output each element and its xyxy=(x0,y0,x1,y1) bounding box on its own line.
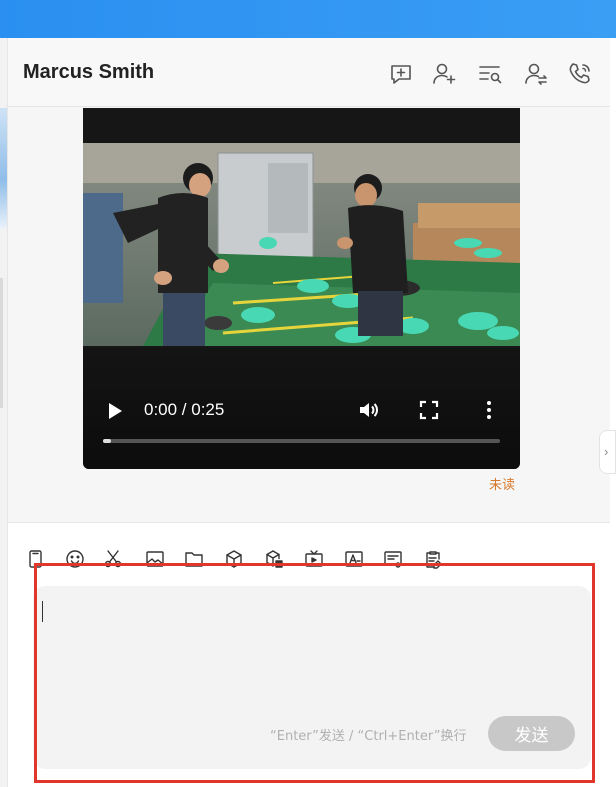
left-panel-edge xyxy=(0,38,7,787)
phone-icon[interactable] xyxy=(26,549,46,569)
video-frame xyxy=(83,143,520,346)
message-composer: “Enter”发送 / “Ctrl+Enter”换行 发送 xyxy=(8,522,610,787)
video-progress-bar[interactable] xyxy=(103,439,500,443)
folder-icon[interactable] xyxy=(184,549,204,569)
send-button[interactable]: 发送 xyxy=(488,716,575,751)
side-panel-toggle[interactable]: › xyxy=(599,430,616,474)
scissors-icon[interactable] xyxy=(103,549,123,569)
chat-plus-icon[interactable] xyxy=(388,61,414,87)
add-user-icon[interactable] xyxy=(431,61,457,87)
contact-name: Marcus Smith xyxy=(23,61,155,83)
emoji-icon[interactable] xyxy=(65,549,85,569)
tv-icon[interactable] xyxy=(304,549,324,569)
unread-status: 未读 xyxy=(489,478,516,493)
image-icon[interactable] xyxy=(145,549,165,569)
play-icon[interactable] xyxy=(107,402,123,420)
transfer-user-icon[interactable] xyxy=(523,61,549,87)
card-icon[interactable] xyxy=(383,549,403,569)
chat-panel: Marcus Smith 0:00 / 0:25 未读 “Enter”发送 / … xyxy=(7,38,610,787)
video-message[interactable]: 0:00 / 0:25 xyxy=(83,108,520,469)
phone-call-icon[interactable] xyxy=(567,61,593,87)
video-time: 0:00 / 0:25 xyxy=(144,400,225,419)
volume-icon[interactable] xyxy=(357,398,381,422)
left-panel-image-fragment xyxy=(0,108,7,228)
fullscreen-icon[interactable] xyxy=(419,400,439,420)
clipboard-edit-icon[interactable] xyxy=(423,549,443,569)
send-shortcut-hint: “Enter”发送 / “Ctrl+Enter”换行 xyxy=(270,729,467,744)
package-send-icon[interactable] xyxy=(264,549,284,569)
message-area: 0:00 / 0:25 未读 xyxy=(8,108,610,522)
chevron-right-icon: › xyxy=(604,444,609,459)
package-icon[interactable] xyxy=(224,549,244,569)
more-options-icon[interactable] xyxy=(483,398,495,422)
left-panel-divider xyxy=(0,278,3,408)
app-top-bar xyxy=(0,0,616,38)
video-controls: 0:00 / 0:25 xyxy=(83,348,520,469)
search-list-icon[interactable] xyxy=(477,61,503,87)
chat-header: Marcus Smith xyxy=(8,38,610,107)
video-progress-fill xyxy=(103,439,111,443)
font-icon[interactable] xyxy=(344,549,364,569)
message-input[interactable]: “Enter”发送 / “Ctrl+Enter”换行 发送 xyxy=(33,586,591,769)
text-caret xyxy=(42,601,43,622)
